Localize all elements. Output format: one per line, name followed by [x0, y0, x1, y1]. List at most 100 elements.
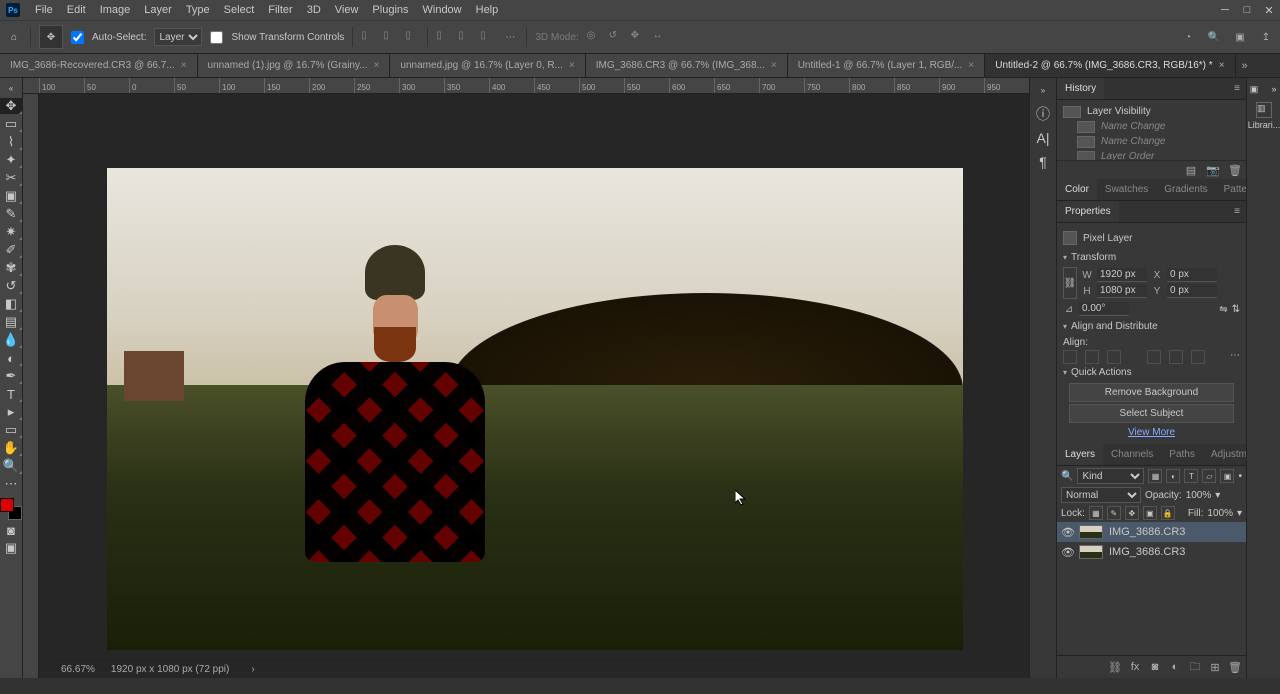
cloud-doc-icon[interactable]: ◔ [1180, 29, 1196, 45]
height-field[interactable] [1097, 284, 1147, 298]
layer-thumb[interactable] [1079, 525, 1103, 539]
menu-image[interactable]: Image [93, 4, 138, 16]
gradient-tool[interactable]: ▤ [0, 314, 22, 330]
layer-item[interactable]: 👁 IMG_3686.CR3 [1057, 542, 1246, 562]
dodge-tool[interactable]: ◐ [0, 350, 22, 366]
tab-layers[interactable]: Layers [1057, 444, 1103, 465]
tab-doc-6[interactable]: Untitled-2 @ 66.7% (IMG_3686.CR3, RGB/16… [985, 54, 1235, 77]
trash-icon[interactable]: 🗑 [1228, 163, 1242, 177]
filter-type-icon[interactable]: T [1184, 469, 1198, 483]
angle-field[interactable] [1079, 302, 1129, 316]
more-options-icon[interactable]: ⋯ [502, 29, 518, 45]
move-tool-icon[interactable]: ✥ [39, 25, 63, 49]
align-center-h-icon[interactable]: ▯ [383, 30, 397, 44]
expand-icon[interactable]: » [1030, 78, 1056, 102]
lock-icon[interactable]: 🔒 [1161, 506, 1175, 520]
opacity-value[interactable]: 100% [1186, 490, 1212, 501]
menu-filter[interactable]: Filter [261, 4, 299, 16]
align-bottom-icon[interactable]: ▯ [480, 30, 494, 44]
zoom-level[interactable]: 66.67% [61, 664, 95, 675]
close-icon[interactable]: × [1219, 60, 1225, 71]
cloud-icon[interactable]: ▣ [1247, 82, 1261, 96]
fx-icon[interactable]: fx [1128, 660, 1142, 674]
link-layers-icon[interactable]: ⛓ [1108, 660, 1122, 674]
link-wh-icon[interactable]: ⛓ [1063, 267, 1077, 299]
move-tool[interactable]: ✥ [0, 98, 22, 114]
color-swatches[interactable] [0, 498, 22, 520]
healing-tool[interactable]: ✷ [0, 224, 22, 240]
menu-file[interactable]: File [28, 4, 60, 16]
layer-name[interactable]: IMG_3686.CR3 [1109, 546, 1185, 558]
frame-tool[interactable]: ▣ [0, 188, 22, 204]
layer-item[interactable]: 👁 IMG_3686.CR3 [1057, 522, 1246, 542]
show-transform-checkbox[interactable] [210, 31, 223, 44]
libraries-icon[interactable]: ▥ [1256, 102, 1272, 118]
chevron-down-icon[interactable]: ▾ [1237, 508, 1242, 519]
fill-value[interactable]: 100% [1207, 508, 1233, 519]
trash-icon[interactable]: 🗑 [1228, 660, 1242, 674]
layer-thumb[interactable] [1079, 545, 1103, 559]
flip-v-icon[interactable]: ⇅ [1232, 304, 1240, 315]
menu-3d[interactable]: 3D [300, 4, 328, 16]
tab-doc-5[interactable]: Untitled-1 @ 66.7% (Layer 1, RGB/...× [788, 54, 986, 77]
align-more-icon[interactable]: ⋯ [1230, 350, 1240, 364]
close-icon[interactable]: × [374, 60, 380, 71]
panel-menu-icon[interactable]: ≡ [1228, 83, 1246, 94]
tab-gradients[interactable]: Gradients [1156, 179, 1215, 200]
window-restore-icon[interactable]: □ [1236, 1, 1258, 19]
panel-menu-icon[interactable]: ≡ [1228, 206, 1246, 217]
shape-tool[interactable]: ▭ [0, 422, 22, 438]
tab-doc-2[interactable]: unnamed (1).jpg @ 16.7% (Grainy...× [198, 54, 391, 77]
menu-type[interactable]: Type [179, 4, 217, 16]
remove-background-button[interactable]: Remove Background [1069, 383, 1234, 402]
quick-mask-icon[interactable]: ◙ [0, 522, 22, 538]
view-more-link[interactable]: View More [1063, 425, 1240, 440]
close-icon[interactable]: × [569, 60, 575, 71]
window-close-icon[interactable]: ✕ [1258, 1, 1280, 19]
align-left-icon[interactable] [1063, 350, 1077, 364]
window-minimize-icon[interactable]: ─ [1214, 1, 1236, 19]
workspace-icon[interactable]: ▣ [1232, 29, 1248, 45]
lock-all-icon[interactable]: ▦ [1089, 506, 1103, 520]
tab-properties[interactable]: Properties [1057, 201, 1119, 222]
layer-name[interactable]: IMG_3686.CR3 [1109, 526, 1185, 538]
info-icon[interactable]: ⓘ [1030, 102, 1056, 126]
visibility-icon[interactable]: 👁 [1061, 546, 1073, 559]
menu-window[interactable]: Window [416, 4, 469, 16]
lock-position-icon[interactable]: ✥ [1125, 506, 1139, 520]
eyedropper-tool[interactable]: ✎ [0, 206, 22, 222]
tab-color[interactable]: Color [1057, 179, 1097, 200]
mask-icon[interactable]: ◙ [1148, 660, 1162, 674]
history-item[interactable]: Layer Order [1063, 149, 1240, 160]
chevron-down-icon[interactable]: ▾ [1215, 490, 1220, 501]
marquee-tool[interactable]: ▭ [0, 116, 22, 132]
auto-select-target[interactable]: Layer [154, 28, 202, 46]
brush-tool[interactable]: ✐ [0, 242, 22, 258]
close-icon[interactable]: × [771, 60, 777, 71]
doc-info[interactable]: 1920 px x 1080 px (72 ppi) [111, 664, 229, 675]
align-top-icon[interactable]: ▯ [436, 30, 450, 44]
x-field[interactable] [1167, 268, 1217, 282]
filter-toggle-icon[interactable]: • [1238, 471, 1242, 482]
filter-kind-select[interactable]: Kind [1077, 468, 1144, 484]
tab-doc-4[interactable]: IMG_3686.CR3 @ 66.7% (IMG_368...× [586, 54, 788, 77]
history-brush-tool[interactable]: ↺ [0, 278, 22, 294]
filter-smart-icon[interactable]: ▣ [1220, 469, 1234, 483]
auto-select-checkbox[interactable] [71, 31, 84, 44]
screen-mode-icon[interactable]: ▣ [0, 540, 22, 556]
align-bottom-icon[interactable] [1191, 350, 1205, 364]
status-arrow-icon[interactable]: › [251, 664, 254, 675]
tab-paths[interactable]: Paths [1161, 444, 1203, 465]
tab-swatches[interactable]: Swatches [1097, 179, 1156, 200]
menu-layer[interactable]: Layer [137, 4, 179, 16]
align-right-icon[interactable]: ▯ [405, 30, 419, 44]
section-quick[interactable]: Quick Actions [1063, 364, 1240, 381]
section-align[interactable]: Align and Distribute [1063, 318, 1240, 335]
flip-h-icon[interactable]: ⇋ [1219, 304, 1227, 315]
character-icon[interactable]: A| [1030, 126, 1056, 150]
quick-select-tool[interactable]: ✦ [0, 152, 22, 168]
snapshot-icon[interactable]: 📷 [1206, 163, 1220, 177]
hand-tool[interactable]: ✋ [0, 440, 22, 456]
canvas[interactable] [23, 94, 1029, 678]
share-icon[interactable]: ↥ [1258, 29, 1274, 45]
